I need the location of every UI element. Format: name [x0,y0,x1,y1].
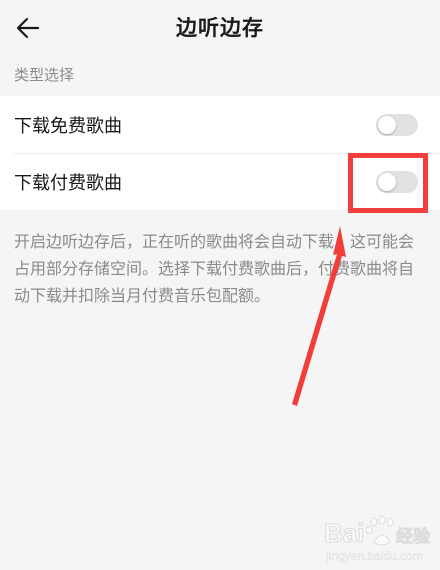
description-text: 开启边听边存后，正在听的歌曲将会自动下载，这可能会占用部分存储空间。选择下载付费… [14,232,415,305]
setting-label-paid-songs: 下载付费歌曲 [14,172,122,194]
setting-row-paid-songs: 下载付费歌曲 [0,153,440,210]
baidu-paw-logo: Bai 经验 jingyan.baidu.com [324,515,431,563]
page-title: 边听边存 [176,16,264,40]
toggle-free-songs[interactable] [376,113,418,136]
toggle-knob [378,115,396,134]
svg-text:Bai: Bai [324,518,364,548]
top-bar: 边听边存 [0,0,440,56]
setting-label-free-songs: 下载免费歌曲 [14,115,122,137]
watermark-suffix: 经验 [396,526,431,547]
setting-row-free-songs: 下载免费歌曲 [0,96,440,153]
settings-list: 下载免费歌曲 下载付费歌曲 [0,96,440,210]
toggle-knob [378,172,396,191]
baidu-watermark: Bai 经验 jingyan.baidu.com [322,512,434,566]
toggle-paid-songs[interactable] [376,170,418,193]
watermark-url: jingyan.baidu.com [325,549,423,563]
section-label: 类型选择 [14,66,75,84]
